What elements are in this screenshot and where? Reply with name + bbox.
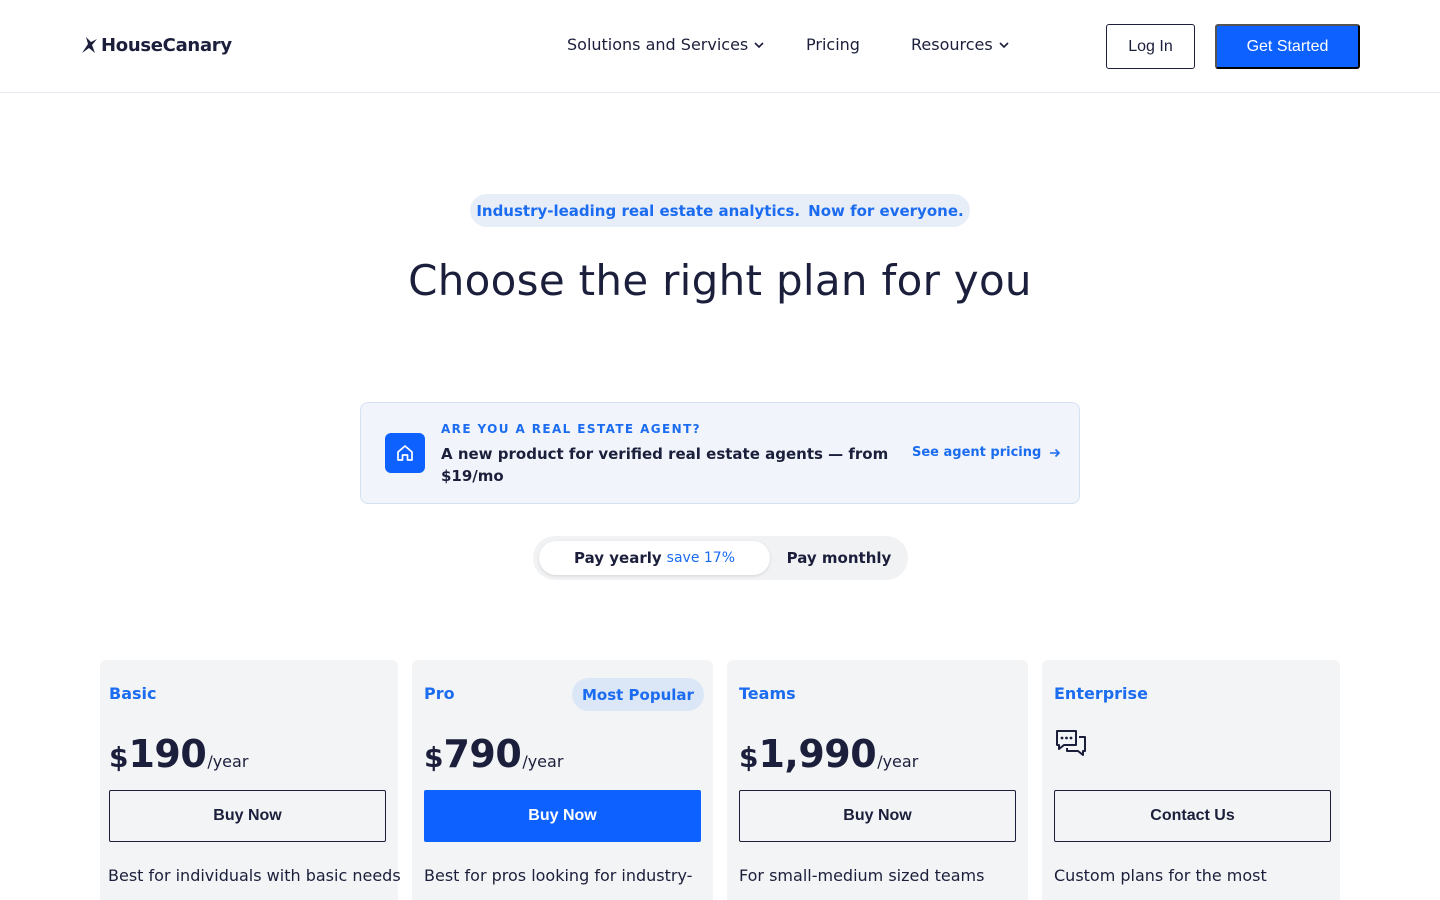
site-header: HouseCanary Solutions and Services Prici… xyxy=(0,0,1440,93)
plan-card-basic: Basic $ 190 /year Buy Now Best for indiv… xyxy=(100,660,401,900)
agent-link-label: See agent pricing xyxy=(912,445,1042,460)
plan-name: Pro xyxy=(424,684,455,703)
see-agent-pricing-link[interactable]: See agent pricing xyxy=(912,445,1061,460)
price-amount: 190 xyxy=(128,732,207,776)
pill-text-secondary: Now for everyone. xyxy=(808,201,964,220)
agent-banner: ARE YOU A REAL ESTATE AGENT? A new produ… xyxy=(360,402,1080,504)
plan-description: Best for pros looking for industry- xyxy=(424,866,693,885)
logo-text: HouseCanary xyxy=(101,34,232,56)
plan-description: For small-medium sized teams xyxy=(739,866,985,885)
announcement-pill: Industry-leading real estate analytics. … xyxy=(470,194,970,227)
chevron-down-icon xyxy=(999,41,1009,48)
plan-name: Basic xyxy=(109,684,157,703)
nav-label: Pricing xyxy=(806,35,860,54)
arrow-right-icon xyxy=(1050,448,1061,457)
pill-text-primary: Industry-leading real estate analytics. xyxy=(476,201,801,220)
pay-yearly-option[interactable]: Pay yearly save 17% xyxy=(539,541,770,575)
chevron-down-icon xyxy=(754,41,764,48)
canary-bird-icon xyxy=(82,37,97,53)
contact-us-button[interactable]: Contact Us xyxy=(1054,790,1331,842)
most-popular-badge: Most Popular xyxy=(572,678,704,711)
chat-bubbles-icon xyxy=(1056,730,1086,756)
nav-label: Resources xyxy=(911,35,993,54)
page-title: Choose the right plan for you xyxy=(408,256,1032,305)
plan-card-teams: Teams $ 1,990 /year Buy Now For small-me… xyxy=(727,660,1028,900)
billing-toggle: Pay yearly save 17% Pay monthly xyxy=(533,536,908,580)
housecanary-logo[interactable]: HouseCanary xyxy=(80,33,232,57)
plan-card-enterprise: Enterprise Contact Us Custom plans for t… xyxy=(1042,660,1340,900)
price-period: /year xyxy=(522,752,564,771)
buy-now-button[interactable]: Buy Now xyxy=(109,790,386,842)
plan-name: Teams xyxy=(739,684,796,703)
plan-description: Custom plans for the most xyxy=(1054,866,1267,885)
plan-name: Enterprise xyxy=(1054,684,1148,703)
price-currency: $ xyxy=(424,741,444,774)
nav-resources[interactable]: Resources xyxy=(911,35,1009,54)
save-badge: save 17% xyxy=(666,550,735,566)
price-period: /year xyxy=(877,752,919,771)
nav-solutions-and-services[interactable]: Solutions and Services xyxy=(567,35,764,54)
nav-label: Solutions and Services xyxy=(567,35,749,54)
home-icon xyxy=(385,433,425,473)
agent-banner-text: A new product for verified real estate a… xyxy=(441,445,889,485)
nav-pricing[interactable]: Pricing xyxy=(806,35,860,54)
plan-price: $ 1,990 /year xyxy=(739,732,918,776)
plan-description: Best for individuals with basic needs xyxy=(108,866,401,885)
plan-price: $ 790 /year xyxy=(424,732,563,776)
plan-price: $ 190 /year xyxy=(109,732,248,776)
price-amount: 1,990 xyxy=(758,732,877,776)
price-currency: $ xyxy=(109,741,129,774)
price-currency: $ xyxy=(739,741,759,774)
login-button[interactable]: Log In xyxy=(1106,24,1195,69)
price-period: /year xyxy=(207,752,249,771)
buy-now-button[interactable]: Buy Now xyxy=(424,790,701,842)
pay-yearly-label: Pay yearly xyxy=(574,549,662,567)
get-started-button[interactable]: Get Started xyxy=(1215,24,1360,69)
agent-banner-eyebrow: ARE YOU A REAL ESTATE AGENT? xyxy=(441,422,702,436)
pay-monthly-option[interactable]: Pay monthly xyxy=(776,541,902,575)
plan-card-pro: Pro Most Popular $ 790 /year Buy Now Bes… xyxy=(412,660,713,900)
price-amount: 790 xyxy=(443,732,522,776)
buy-now-button[interactable]: Buy Now xyxy=(739,790,1016,842)
